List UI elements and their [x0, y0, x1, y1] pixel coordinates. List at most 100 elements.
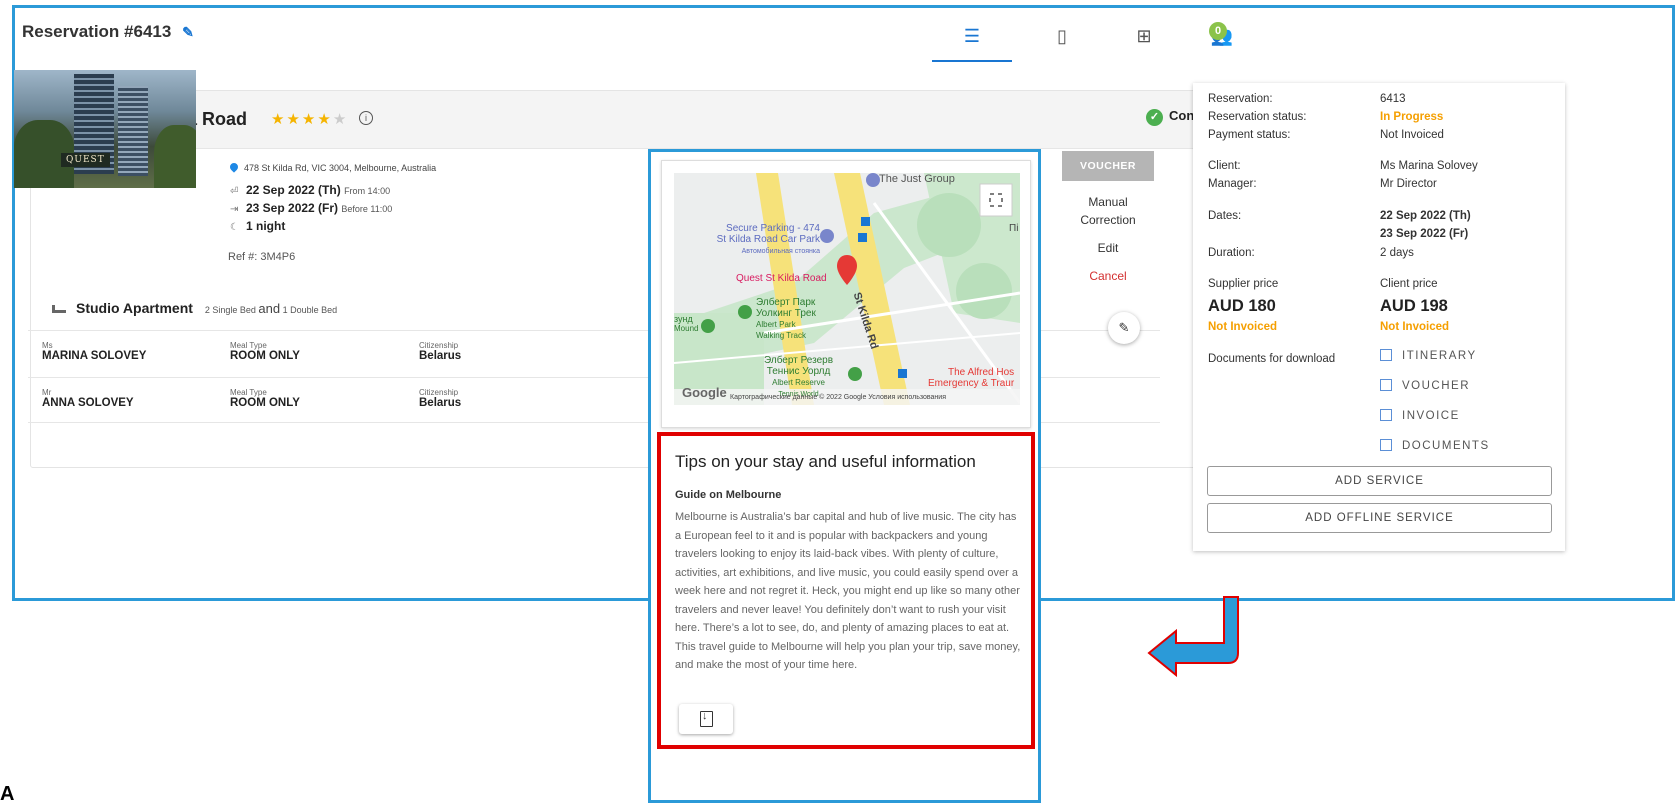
beds-a: 2 Single Bed — [204, 305, 256, 315]
voucher-doc-icon — [1380, 379, 1392, 391]
documents-icon — [1380, 439, 1392, 451]
table-view-tab[interactable]: ⊞ — [1104, 26, 1184, 62]
address-text: 478 St Kilda Rd, VIC 3004, Melbourne, Au… — [244, 163, 437, 173]
citizenship-label: Citizenship — [419, 341, 459, 350]
client-price-label: Client price — [1380, 278, 1438, 290]
supplier-invoice-status: Not Invoiced — [1208, 321, 1278, 333]
map-label-park-2: Уолкинг Трек — [756, 308, 816, 319]
client-price: AUD 198 — [1380, 297, 1448, 315]
info-icon[interactable]: i — [359, 111, 373, 125]
hotel-stars: ★★★★★ — [271, 110, 348, 128]
nights-line: ☾ 1 night — [230, 219, 285, 233]
meal-value: ROOM ONLY — [230, 397, 300, 409]
guest-title: Mr — [42, 388, 52, 397]
citizenship-value: Belarus — [419, 397, 462, 409]
map-label-left-1: зунд — [674, 314, 693, 324]
pencil-icon: ✎ — [1118, 320, 1130, 335]
star-icon: ★ — [317, 111, 333, 128]
map-label-park: Элберт Парк Уолкинг Трек Albert Park Wal… — [756, 297, 816, 341]
map-label-reserve-3: Albert Reserve — [772, 378, 825, 387]
map-label-hospital: The Alfred Hos Emergency & Traur — [928, 367, 1014, 389]
client-label: Client: — [1208, 160, 1241, 172]
manual-correction-line1: Manual — [1088, 195, 1128, 209]
supplier-price-label: Supplier price — [1208, 278, 1279, 290]
hotel-photo: QUEST — [14, 70, 196, 188]
citizenship-value: Belarus — [419, 350, 462, 362]
meal-value: ROOM ONLY — [230, 350, 300, 362]
booking-ref: Ref #: 3M4P6 — [228, 251, 296, 263]
documents-text: DOCUMENTS — [1402, 440, 1490, 452]
manual-correction-line2: Correction — [1080, 213, 1136, 227]
star-icon: ★ — [301, 111, 318, 128]
reservation-value: 6413 — [1380, 93, 1406, 105]
map-label-edge: Пі — [1009, 223, 1019, 234]
star-icon: ★ — [286, 111, 302, 128]
hotel-map[interactable]: The Just Group Secure Parking - 474 St K… — [674, 173, 1020, 405]
check-circle-icon: ✓ — [1146, 109, 1163, 126]
hotel-card-header: Quest St Kilda Road ★★★★★ i ✓Confirmed ︿ — [31, 91, 1256, 149]
voucher-text: VOUCHER — [1402, 380, 1471, 392]
checkout-line: ⇥ 23 Sep 2022 (Fr) Before 11:00 — [230, 201, 392, 215]
checkout-icon: ⇥ — [230, 204, 239, 215]
voucher-link[interactable]: VOUCHER — [1380, 379, 1470, 392]
duration-value: 2 days — [1380, 247, 1414, 259]
map-label-parking-3: Автомобильная стоянка — [741, 248, 820, 255]
table-icon: ⊞ — [1136, 26, 1152, 46]
itinerary-text: ITINERARY — [1402, 350, 1477, 362]
voucher-button[interactable]: VOUCHER — [1062, 151, 1154, 181]
reservation-title: Reservation #6413 — [22, 22, 172, 41]
tips-title: Tips on your stay and useful information — [675, 452, 976, 471]
checkin-note: From 14:00 — [344, 186, 391, 196]
add-offline-service-button[interactable]: ADD OFFLINE SERVICE — [1207, 503, 1552, 533]
reservation-status-value: In Progress — [1380, 111, 1444, 123]
payment-status-value: Not Invoiced — [1380, 129, 1444, 141]
reservation-status-label: Reservation status: — [1208, 111, 1307, 123]
guide-title: Guide on Melbourne — [675, 489, 782, 501]
edit-pencil-icon[interactable]: ✎ — [182, 24, 194, 40]
invoice-link[interactable]: INVOICE — [1380, 409, 1460, 422]
manual-correction-link[interactable]: Manual Correction — [1062, 193, 1154, 229]
nights-text: 1 night — [246, 219, 286, 233]
map-label-park-1: Элберт Парк — [756, 297, 816, 308]
client-value: Ms Marina Solovey — [1380, 160, 1478, 172]
star-icon: ★ — [271, 111, 287, 128]
dates-label: Dates: — [1208, 210, 1242, 222]
map-label-park-3: Albert Park — [756, 320, 796, 329]
hotel-info-popup: The Just Group Secure Parking - 474 St K… — [648, 149, 1041, 803]
meal-label: Meal Type — [230, 388, 267, 397]
invoice-icon — [1380, 409, 1392, 421]
add-service-button[interactable]: ADD SERVICE — [1207, 466, 1552, 496]
map-card: The Just Group Secure Parking - 474 St K… — [661, 160, 1031, 428]
edit-fab-button[interactable]: ✎ — [1108, 312, 1140, 344]
itinerary-link[interactable]: ITINERARY — [1380, 349, 1477, 362]
edit-link[interactable]: Edit — [1062, 239, 1154, 257]
documents-link[interactable]: DOCUMENTS — [1380, 439, 1490, 452]
list-view-tab[interactable]: ☰ — [932, 26, 1012, 62]
date-to: 23 Sep 2022 (Fr) — [1380, 228, 1469, 240]
bed-icon — [52, 305, 66, 313]
map-label-parking-1: Secure Parking - 474 — [726, 223, 820, 234]
page-title: Reservation #6413 ✎ — [22, 22, 194, 42]
map-label-just-group: The Just Group — [879, 173, 955, 185]
guest-name: ANNA SOLOVEY — [42, 397, 134, 409]
hotel-address: 478 St Kilda Rd, VIC 3004, Melbourne, Au… — [228, 161, 437, 173]
checkin-icon: ⏎ — [230, 186, 239, 197]
star-empty-icon: ★ — [332, 111, 349, 128]
download-button[interactable] — [679, 704, 733, 734]
google-logo: Google — [682, 385, 727, 400]
map-label-park-4: Walking Track — [756, 331, 806, 340]
meal-cell: Meal Type ROOM ONLY — [230, 341, 300, 362]
map-view-tab[interactable]: ▯ — [1022, 26, 1102, 62]
return-arrow-annotation — [1147, 596, 1239, 677]
manager-label: Manager: — [1208, 178, 1257, 190]
map-label-left-2: Mound — [674, 324, 699, 333]
map-label-hospital-1: The Alfred Hos — [948, 367, 1015, 378]
beds-and: and — [258, 301, 281, 316]
invoice-text: INVOICE — [1402, 410, 1460, 422]
documents-label: Documents for download — [1208, 353, 1336, 365]
guests-badge: 0 — [1209, 22, 1227, 40]
cancel-link[interactable]: Cancel — [1062, 267, 1154, 285]
location-pin-icon — [228, 161, 240, 173]
guide-text: Melbourne is Australia’s bar capital and… — [675, 511, 1021, 671]
citizenship-cell: Citizenship Belarus — [419, 388, 461, 409]
